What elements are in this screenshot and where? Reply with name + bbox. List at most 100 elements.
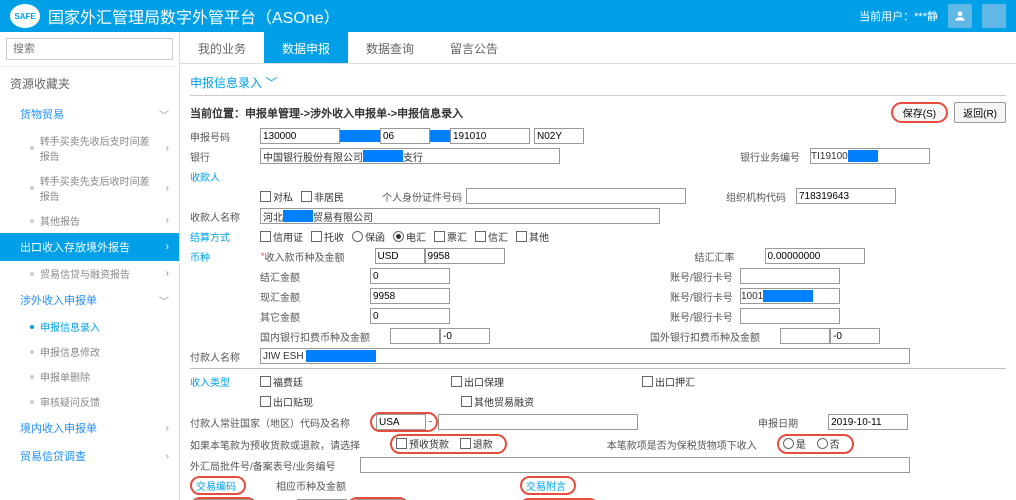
tx-note-label-circled: 交易附言 (520, 476, 576, 495)
main-tabs: 我的业务 数据申报 数据查询 留言公告 (180, 32, 1016, 64)
country-name-field[interactable] (438, 414, 638, 430)
chevron-right-icon: › (166, 423, 169, 434)
label-currency: 币种 (190, 249, 260, 264)
inc-opt-3[interactable]: 出口贴现 (260, 394, 313, 409)
opt-other[interactable]: 其他 (516, 229, 549, 244)
checkbox-private[interactable]: 对私 (260, 189, 293, 204)
dom-fee-amt[interactable] (440, 328, 490, 344)
sub-declare-entry[interactable]: 申报信息录入 (0, 314, 179, 339)
label-bank: 银行 (190, 149, 260, 164)
report-no-3[interactable] (450, 128, 530, 144)
report-no-4[interactable] (534, 128, 584, 144)
payee-name-field[interactable]: 河北贸易有限公司 (260, 208, 660, 224)
tab-data-query[interactable]: 数据查询 (348, 32, 432, 63)
back-button[interactable]: 返回(R) (954, 102, 1006, 123)
sub-item-4[interactable]: 贸易信贷与融资报告› (0, 261, 179, 286)
income-cur[interactable] (375, 248, 425, 264)
opt-lc[interactable]: 信用证 (260, 229, 303, 244)
label-other-amt: 其它金额 (260, 309, 370, 324)
app-title: 国家外汇管理局数字外管平台（ASOne） (48, 4, 859, 28)
opt-collection[interactable]: 托收 (311, 229, 344, 244)
report-no-2[interactable] (380, 128, 430, 144)
payer-name-field[interactable]: JIW ESH (260, 348, 910, 364)
inc-opt-1[interactable]: 出口保理 (451, 374, 504, 389)
breadcrumb: 当前位置：申报单管理->涉外收入申报单->申报信息录入 (190, 105, 463, 121)
page-title: 申报信息录入 ﹀ (190, 70, 1006, 96)
sub-item-2[interactable]: 其他报告› (0, 208, 179, 233)
for-fee-cur[interactable] (780, 328, 830, 344)
header-search-icon[interactable] (982, 4, 1006, 28)
fx-amt-field[interactable] (370, 288, 450, 304)
opt-tt[interactable]: 电汇 (393, 229, 426, 244)
opt-dd[interactable]: 票汇 (434, 229, 467, 244)
permit-no-field[interactable] (360, 457, 910, 473)
bank-field[interactable]: 中国银行股份有限公司支行 (260, 148, 560, 164)
sub-item-0[interactable]: 转手买卖先收后支时间差报告› (0, 128, 179, 168)
label-domestic-fee: 国内银行扣费币种及金额 (260, 329, 390, 344)
chevron-down-icon: ﹀ (159, 107, 169, 122)
inc-opt-0[interactable]: 福费廷 (260, 374, 303, 389)
label-payee-name: 收款人名称 (190, 209, 260, 224)
prepay-circled: 预收货款 退款 (390, 434, 507, 454)
label-foreign-fee: 国外银行扣费币种及金额 (650, 329, 780, 344)
radio-yes[interactable]: 是 (783, 436, 806, 451)
label-report-date: 申报日期 (758, 415, 828, 430)
inc-opt-4[interactable]: 其他贸易融资 (461, 394, 534, 409)
bank-biz-no-field[interactable]: TI19100 (810, 148, 930, 164)
other-amt-field[interactable] (370, 308, 450, 324)
id-field[interactable] (466, 188, 686, 204)
inc-opt-2[interactable]: 出口押汇 (642, 374, 695, 389)
country-field[interactable] (376, 414, 426, 430)
income-amt[interactable] (425, 248, 505, 264)
sub-declare-delete[interactable]: 申报单删除 (0, 364, 179, 389)
menu-trade-credit[interactable]: 贸易信贷调查› (0, 442, 179, 470)
report-date-field[interactable] (828, 414, 908, 430)
label-id: 个人身份证件号码 (382, 189, 466, 204)
sub-declare-modify[interactable]: 申报信息修改 (0, 339, 179, 364)
label-fx-amt: 现汇金额 (260, 289, 370, 304)
tab-data-declare[interactable]: 数据申报 (264, 32, 348, 63)
label-acct1: 账号/银行卡号 (670, 269, 740, 284)
chevron-down-icon: ﹀ (159, 293, 169, 308)
save-button[interactable]: 保存(S) (891, 102, 948, 123)
menu-domestic-income[interactable]: 境内收入申报单› (0, 414, 179, 442)
tab-messages[interactable]: 留言公告 (432, 32, 516, 63)
settle-amt-field[interactable] (370, 268, 450, 284)
for-fee-amt[interactable] (830, 328, 880, 344)
label-income-amt: 收入款币种及金额 (265, 249, 375, 264)
label-prepay-q: 如果本笔款为预收货款或退款，请选择 (190, 437, 390, 452)
acct3-field[interactable] (740, 308, 840, 324)
acct2-field[interactable]: 1001 (740, 288, 840, 304)
redacted (430, 130, 450, 142)
rate-field[interactable] (765, 248, 865, 264)
search-input[interactable] (6, 38, 173, 60)
label-report-no: 申报号码 (190, 129, 260, 144)
sub-item-3-active[interactable]: 出口收入存放境外报告› (0, 233, 179, 261)
sub-item-1[interactable]: 转手买卖先支后收时间差报告› (0, 168, 179, 208)
menu-foreign-income[interactable]: 涉外收入申报单﹀ (0, 286, 179, 314)
label-payer-country: 付款人常驻国家（地区）代码及名称 (190, 415, 370, 430)
checkbox-nonresident[interactable]: 非居民 (301, 189, 344, 204)
dom-fee-cur[interactable] (390, 328, 440, 344)
favorites-title: 资源收藏夹 (0, 67, 179, 100)
report-no-1[interactable] (260, 128, 340, 144)
redacted (340, 130, 380, 142)
label-permit-no: 外汇局批件号/备案表号/业务编号 (190, 458, 360, 473)
opt-guarantee[interactable]: 保函 (352, 229, 385, 244)
menu-goods-trade[interactable]: 货物贸易﹀ (0, 100, 179, 128)
tab-my-business[interactable]: 我的业务 (180, 32, 264, 63)
label-rel-amt: 相应币种及金额 (276, 478, 350, 493)
current-user-label: 当前用户：***静 (859, 8, 938, 24)
acct1-field[interactable] (740, 268, 840, 284)
chevron-right-icon: › (166, 451, 169, 462)
radio-no[interactable]: 否 (817, 436, 840, 451)
opt-mt[interactable]: 信汇 (475, 229, 508, 244)
safe-logo: SAFE (10, 4, 40, 28)
chk-prepay[interactable]: 预收货款 (396, 436, 449, 451)
label-bonded: 本笔款项是否为保税货物项下收入 (607, 437, 777, 452)
label-income-type: 收入类型 (190, 374, 260, 389)
org-code-field[interactable] (796, 188, 896, 204)
chk-refund[interactable]: 退款 (460, 436, 493, 451)
sub-audit-feedback[interactable]: 审核疑问反馈 (0, 389, 179, 414)
user-icon[interactable] (948, 4, 972, 28)
